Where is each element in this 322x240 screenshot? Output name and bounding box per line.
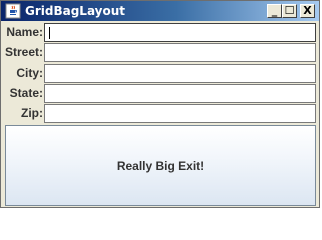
window-title: GridBagLayout (25, 4, 126, 18)
exit-button[interactable]: Really Big Exit! (5, 125, 316, 206)
minimize-icon: _ (271, 4, 278, 17)
state-label: State: (9, 86, 43, 100)
java-coffee-cup-icon (5, 3, 21, 19)
text-caret (49, 27, 50, 39)
maximize-button[interactable]: ☐ (282, 4, 297, 18)
city-label: City: (16, 66, 43, 80)
form-row-zip: Zip: (1, 104, 319, 123)
maximize-icon: ☐ (284, 4, 295, 17)
city-field[interactable] (44, 64, 316, 83)
close-icon: X (303, 4, 312, 17)
name-field[interactable] (44, 23, 316, 42)
form-row-city: City: (1, 64, 319, 83)
zip-label: Zip: (21, 106, 43, 120)
street-field[interactable] (44, 43, 316, 62)
state-field[interactable] (44, 84, 316, 103)
name-label: Name: (6, 25, 43, 39)
title-bar[interactable]: GridBagLayout _ ☐ X (1, 1, 319, 21)
close-button[interactable]: X (300, 4, 315, 18)
form-row-name: Name: (1, 23, 319, 42)
exit-button-label: Really Big Exit! (116, 158, 205, 173)
minimize-button[interactable]: _ (267, 4, 282, 18)
form-row-state: State: (1, 84, 319, 103)
zip-field[interactable] (44, 104, 316, 123)
street-label: Street: (4, 45, 43, 59)
app-window: GridBagLayout _ ☐ X Name: Street: City: … (0, 0, 320, 208)
form-row-street: Street: (1, 43, 319, 62)
